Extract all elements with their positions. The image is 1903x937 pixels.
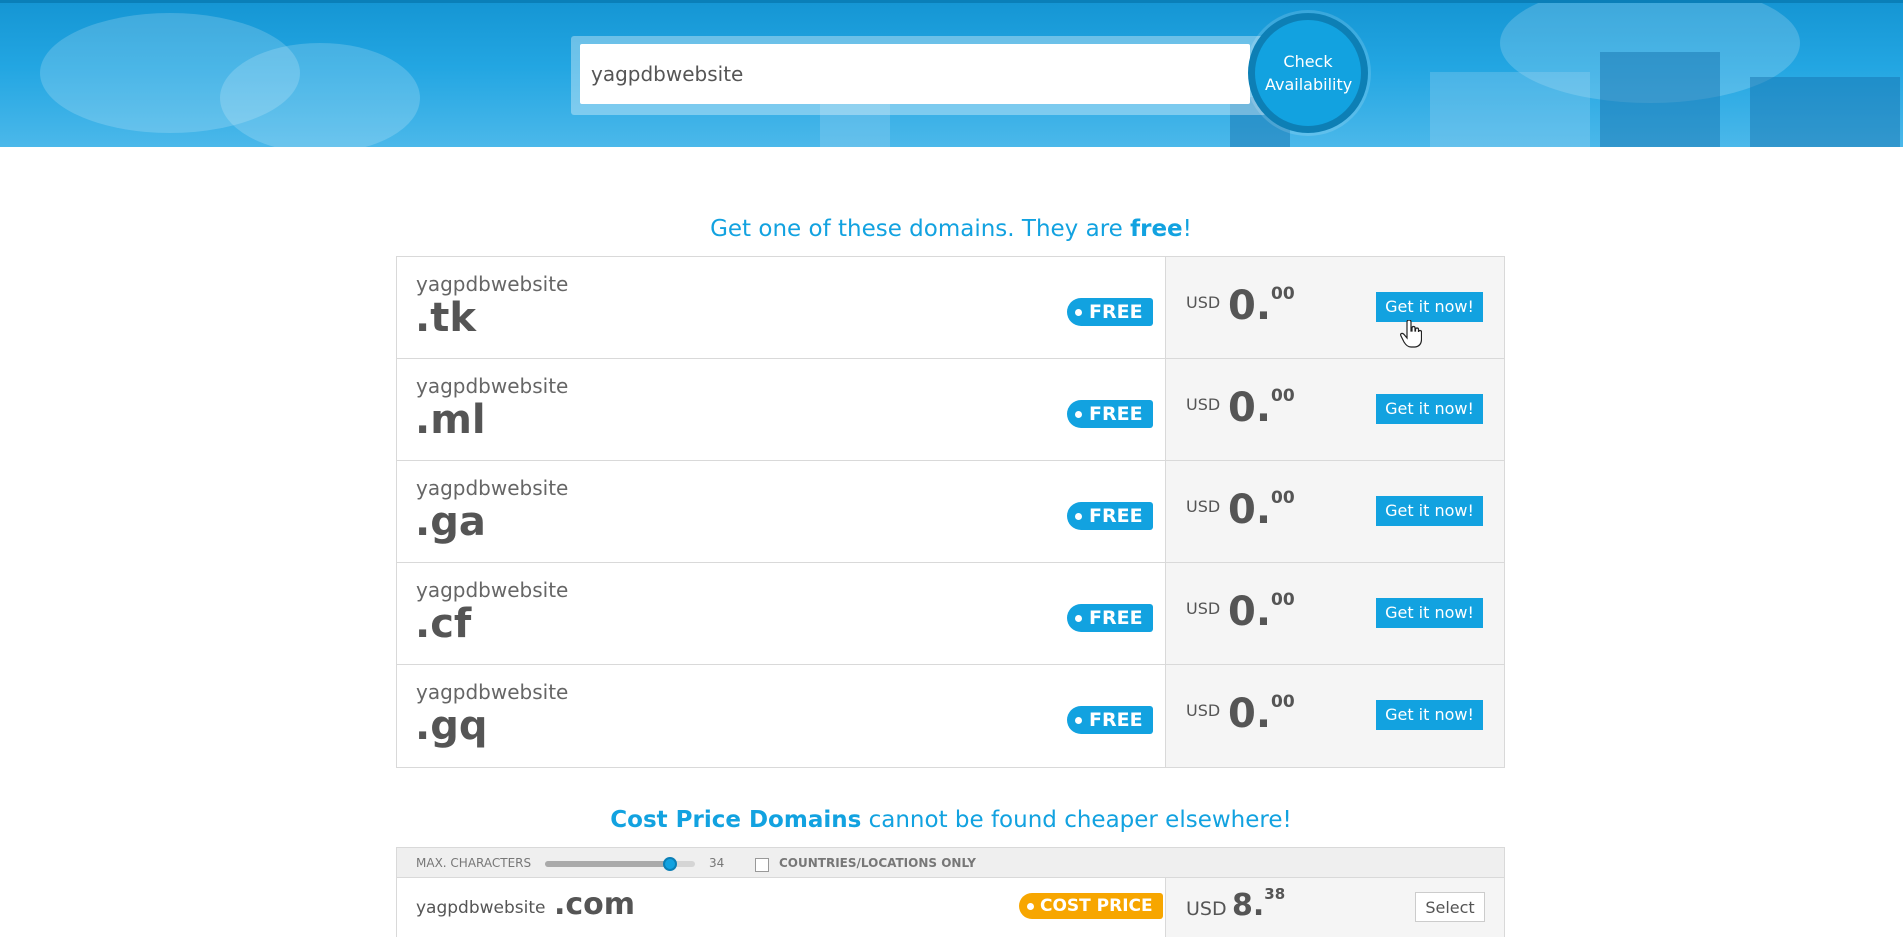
max-characters-value: 34	[709, 856, 725, 870]
price-cell: USD 0.00 Get it now!	[1166, 359, 1504, 460]
badge-dot-icon	[1075, 308, 1082, 316]
currency-label: USD	[1186, 599, 1221, 618]
price-value: 0.00	[1228, 385, 1295, 431]
slider-fill	[545, 861, 670, 867]
free-badge: FREE	[1067, 604, 1153, 632]
free-domains-heading: Get one of these domains. They are free!	[710, 216, 1192, 242]
domain-cell: yagpdbwebsite .com COST PRICE	[397, 878, 1166, 937]
currency-label: USD	[1186, 497, 1221, 516]
domain-name: yagpdbwebsite	[416, 680, 569, 704]
free-badge: FREE	[1067, 298, 1153, 326]
max-characters-label: MAX. CHARACTERS	[416, 856, 532, 870]
cost-domains-table: MAX. CHARACTERS 34 COUNTRIES/LOCATIONS O…	[396, 847, 1505, 937]
domain-name: yagpdbwebsite	[416, 476, 569, 500]
get-it-now-button[interactable]: Get it now!	[1376, 496, 1483, 526]
domain-name: yagpdbwebsite	[416, 374, 569, 398]
free-domain-row: yagpdbwebsite .cf FREE USD 0.00 Get it now!	[397, 563, 1504, 665]
price-value: 0.00	[1228, 691, 1295, 737]
domain-cell: yagpdbwebsite .cf FREE	[397, 563, 1166, 664]
price-cell: USD 0.00 Get it now!	[1166, 461, 1504, 562]
price-cell: USD 0.00 Get it now!	[1166, 563, 1504, 664]
domain-cell: yagpdbwebsite .gq FREE	[397, 665, 1166, 767]
price-value: 0.00	[1228, 283, 1295, 329]
price-cell: USD 0.00 Get it now!	[1166, 257, 1504, 358]
filter-bar: MAX. CHARACTERS 34 COUNTRIES/LOCATIONS O…	[397, 848, 1504, 878]
currency-label: USD	[1186, 898, 1227, 920]
cost-domains-heading: Cost Price Domains cannot be found cheap…	[610, 807, 1292, 833]
badge-dot-icon	[1027, 902, 1034, 910]
badge-dot-icon	[1075, 614, 1082, 622]
domain-tld: .ml	[415, 397, 486, 443]
currency-label: USD	[1186, 395, 1221, 414]
price-cell: USD 0.00 Get it now!	[1166, 665, 1504, 767]
domain-tld: .ga	[415, 499, 486, 545]
get-it-now-button[interactable]: Get it now!	[1376, 394, 1483, 424]
domain-cell: yagpdbwebsite .tk FREE	[397, 257, 1166, 358]
get-it-now-button[interactable]: Get it now!	[1376, 598, 1483, 628]
max-characters-slider[interactable]	[545, 857, 695, 871]
domain-tld: .tk	[415, 295, 476, 341]
price-value: 0.00	[1228, 589, 1295, 635]
get-it-now-button[interactable]: Get it now!	[1376, 292, 1483, 322]
countries-only-checkbox[interactable]	[755, 858, 769, 872]
get-it-now-button[interactable]: Get it now!	[1376, 700, 1483, 730]
domain-name: yagpdbwebsite	[416, 578, 569, 602]
check-availability-label: Check Availability	[1265, 52, 1353, 94]
badge-dot-icon	[1075, 512, 1082, 520]
countries-only-label: COUNTRIES/LOCATIONS ONLY	[779, 856, 976, 870]
currency-label: USD	[1186, 293, 1221, 312]
price-cell: USD 8.38 Select	[1166, 878, 1504, 937]
badge-dot-icon	[1075, 410, 1082, 418]
free-domains-table: yagpdbwebsite .tk FREE USD 0.00 Get it now! ya…	[396, 256, 1505, 768]
domain-tld: .cf	[415, 601, 472, 647]
slider-handle[interactable]	[662, 857, 677, 871]
badge-dot-icon	[1075, 716, 1082, 724]
domain-name: yagpdbwebsite	[416, 272, 569, 296]
building-decoration	[1600, 52, 1720, 147]
currency-label: USD	[1186, 701, 1221, 720]
free-domain-row: yagpdbwebsite .ml FREE USD 0.00 Get it now!	[397, 359, 1504, 461]
domain-search-input[interactable]	[580, 44, 1250, 104]
building-decoration	[1430, 72, 1590, 147]
free-badge: FREE	[1067, 400, 1153, 428]
cost-price-badge: COST PRICE	[1019, 893, 1163, 919]
domain-tld: .com	[554, 887, 636, 922]
free-domain-row: yagpdbwebsite .tk FREE USD 0.00 Get it now!	[397, 257, 1504, 359]
free-badge: FREE	[1067, 706, 1153, 734]
select-button[interactable]: Select	[1415, 892, 1485, 922]
cloud-decoration	[220, 43, 420, 147]
free-domain-row: yagpdbwebsite .gq FREE USD 0.00 Get it now!	[397, 665, 1504, 767]
domain-tld: .gq	[415, 703, 488, 749]
price-value: 8.38	[1232, 885, 1286, 923]
price-value: 0.00	[1228, 487, 1295, 533]
building-decoration	[1750, 77, 1900, 147]
cost-domain-row: yagpdbwebsite .com COST PRICE USD 8.38 S…	[397, 878, 1504, 937]
domain-cell: yagpdbwebsite .ml FREE	[397, 359, 1166, 460]
free-domain-row: yagpdbwebsite .ga FREE USD 0.00 Get it now!	[397, 461, 1504, 563]
domain-name: yagpdbwebsite	[416, 898, 546, 918]
check-availability-button[interactable]: Check Availability	[1248, 13, 1368, 133]
domain-cell: yagpdbwebsite .ga FREE	[397, 461, 1166, 562]
free-badge: FREE	[1067, 502, 1153, 530]
